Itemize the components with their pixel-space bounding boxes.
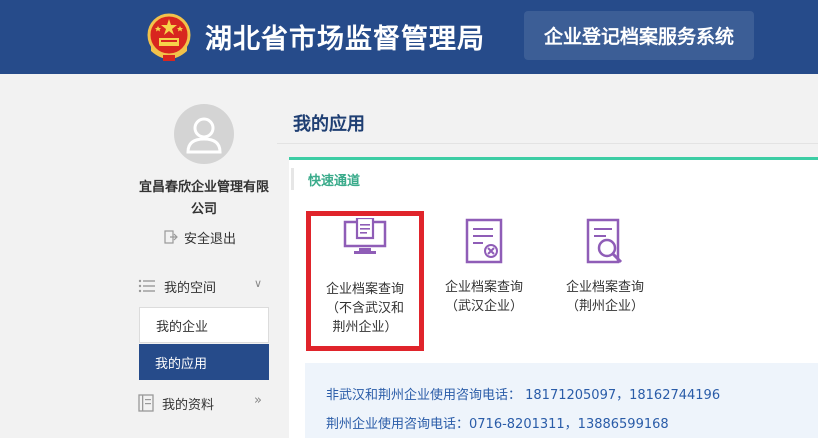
logout-link[interactable]: 安全退出 xyxy=(164,227,236,247)
page-title: 我的应用 xyxy=(293,114,365,135)
document-delete-icon xyxy=(465,218,503,264)
document-search-icon xyxy=(586,218,623,264)
nav-my-company[interactable]: 我的企业 xyxy=(139,307,269,343)
app-label-line1: 企业档案查询 xyxy=(565,280,644,295)
system-name-badge[interactable]: 企业登记档案服务系统 xyxy=(524,11,754,60)
monitor-document-icon xyxy=(343,218,387,254)
sidebar xyxy=(0,74,277,438)
app-label-line1: 企业档案查询 xyxy=(444,280,523,295)
app-archive-query-general[interactable]: 企业档案查询 （不含武汉和 荆州企业） xyxy=(306,211,424,351)
avatar xyxy=(174,104,234,164)
nav-my-profile[interactable]: 我的资料 » xyxy=(138,390,270,416)
book-icon xyxy=(138,394,154,412)
national-emblem-icon xyxy=(143,11,195,63)
app-label-line2: （武汉企业） xyxy=(444,299,523,314)
contact-line-general: 非武汉和荆州企业使用咨询电话： 18171205097，18162744196 xyxy=(326,388,721,403)
section-title: 快速通道 xyxy=(291,168,360,190)
app-label-line3: 荆州企业） xyxy=(332,320,398,335)
nav-my-apps[interactable]: 我的应用 xyxy=(139,344,269,380)
user-icon xyxy=(186,117,222,154)
app-label-line2: （荆州企业） xyxy=(565,299,644,314)
list-icon xyxy=(138,279,155,293)
contact-line-jingzhou: 荆州企业使用咨询电话：0716-8201311，13886599168 xyxy=(326,417,669,432)
logout-icon xyxy=(164,230,178,244)
nav-my-space-label: 我的空间 xyxy=(164,280,217,296)
chevron-down-icon: ∨ xyxy=(253,277,262,290)
chevron-right-icon: » xyxy=(254,393,262,408)
company-name: 宜昌春欣企业管理有限公司 xyxy=(138,180,269,217)
app-archive-query-jingzhou[interactable]: 企业档案查询 （荆州企业） xyxy=(546,212,664,316)
title-divider xyxy=(277,143,818,144)
app-label-line1: 企业档案查询 xyxy=(325,282,404,297)
app-label-line2: （不含武汉和 xyxy=(325,301,404,316)
app-archive-query-wuhan[interactable]: 企业档案查询 （武汉企业） xyxy=(425,212,543,316)
agency-title: 湖北省市场监督管理局 xyxy=(205,24,485,55)
nav-my-space[interactable]: 我的空间 ∨ xyxy=(138,273,270,299)
logout-label: 安全退出 xyxy=(184,231,237,247)
nav-my-profile-label: 我的资料 xyxy=(162,397,215,413)
